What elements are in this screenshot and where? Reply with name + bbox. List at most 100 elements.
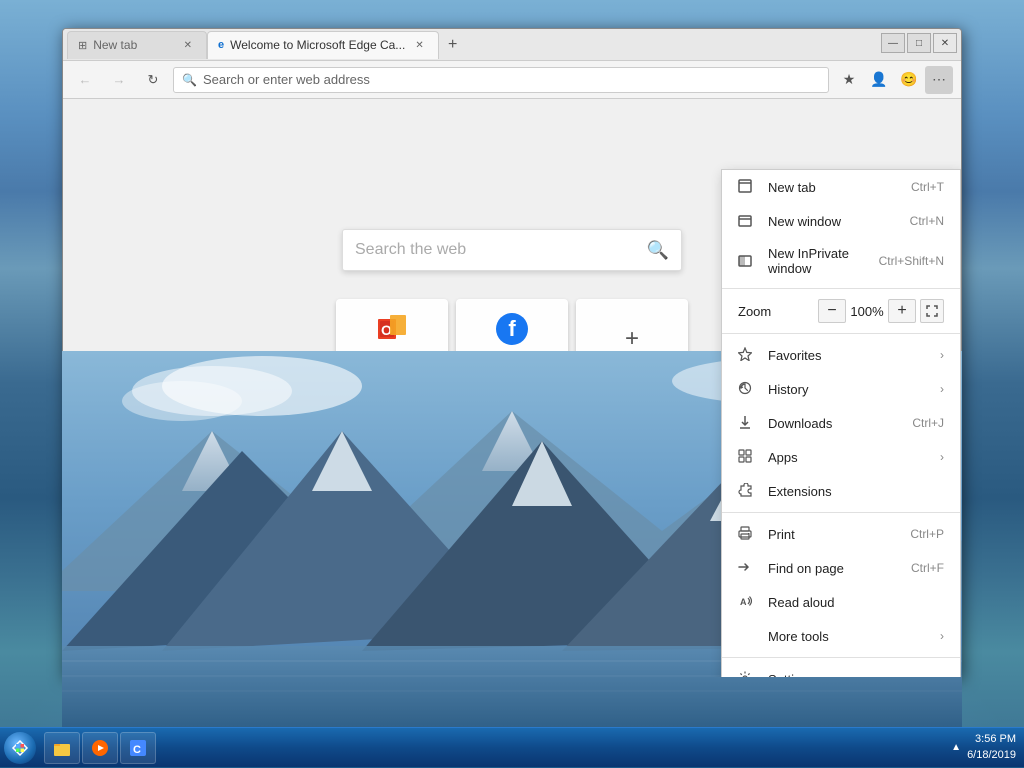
desktop: ⊞ New tab ✕ e Welcome to Microsoft Edge …	[0, 0, 1024, 767]
menu-item-apps[interactable]: Apps ›	[722, 440, 960, 474]
new-window-label: New window	[768, 214, 902, 229]
forward-button[interactable]: →	[105, 66, 133, 94]
profile-button[interactable]: 👤	[865, 66, 893, 94]
new-tab-button[interactable]: +	[439, 31, 467, 59]
favorites-icon	[738, 347, 758, 364]
favorites-arrow: ›	[940, 348, 944, 362]
apps-arrow: ›	[940, 450, 944, 464]
search-placeholder: Search the web	[355, 241, 639, 259]
emoji-button[interactable]: 😊	[895, 66, 923, 94]
menu-item-find[interactable]: Find on page Ctrl+F	[722, 551, 960, 585]
downloads-label: Downloads	[768, 416, 904, 431]
svg-text:A: A	[740, 597, 747, 607]
downloads-icon	[738, 415, 758, 432]
tab-2-close[interactable]: ✕	[411, 38, 427, 53]
more-tools-arrow: ›	[940, 629, 944, 643]
divider-1	[722, 288, 960, 289]
taskbar-items: C	[40, 732, 943, 764]
menu-item-new-window[interactable]: New window Ctrl+N	[722, 204, 960, 238]
back-button[interactable]: ←	[71, 66, 99, 94]
address-input[interactable]: 🔍 Search or enter web address	[173, 67, 829, 93]
maximize-button[interactable]: □	[907, 33, 931, 53]
inprivate-icon	[738, 253, 758, 270]
taskbar-app4[interactable]: C	[120, 732, 156, 764]
zoom-label: Zoom	[738, 304, 771, 319]
favorites-label: Favorites	[768, 348, 940, 363]
tab-1-icon: ⊞	[78, 39, 87, 52]
print-icon	[738, 526, 758, 543]
start-button[interactable]	[0, 728, 40, 768]
window-controls: — □ ✕	[881, 33, 957, 53]
refresh-button[interactable]: ↻	[139, 66, 167, 94]
zoom-value: 100%	[846, 304, 888, 319]
tray-expand[interactable]: ▲	[951, 742, 961, 753]
read-aloud-icon: A	[738, 594, 758, 611]
time-display: 3:56 PM	[967, 732, 1016, 747]
menu-item-new-tab[interactable]: New tab Ctrl+T	[722, 170, 960, 204]
taskbar-media[interactable]	[82, 732, 118, 764]
divider-4	[722, 657, 960, 658]
extensions-label: Extensions	[768, 484, 944, 499]
search-icon: 🔍	[182, 73, 197, 87]
new-window-icon	[738, 213, 758, 230]
title-bar: ⊞ New tab ✕ e Welcome to Microsoft Edge …	[63, 29, 961, 61]
find-icon	[738, 560, 758, 577]
new-tab-icon	[738, 179, 758, 196]
taskbar-explorer[interactable]	[44, 732, 80, 764]
divider-2	[722, 333, 960, 334]
menu-item-more-tools[interactable]: More tools ›	[722, 619, 960, 653]
menu-item-history[interactable]: History ›	[722, 372, 960, 406]
tab-2-icon: e	[218, 39, 224, 51]
taskbar-time: 3:56 PM 6/18/2019	[967, 732, 1016, 763]
tab-1[interactable]: ⊞ New tab ✕	[67, 31, 207, 59]
settings-more-button[interactable]: ⋯	[925, 66, 953, 94]
minimize-button[interactable]: —	[881, 33, 905, 53]
date-display: 6/18/2019	[967, 748, 1016, 763]
search-box: Search the web 🔍	[342, 229, 682, 271]
find-shortcut: Ctrl+F	[911, 561, 944, 575]
new-tab-shortcut: Ctrl+T	[911, 180, 944, 194]
menu-item-extensions[interactable]: Extensions	[722, 474, 960, 508]
apps-icon	[738, 449, 758, 466]
taskbar-tray: ▲ 3:56 PM 6/18/2019	[943, 732, 1024, 763]
start-orb	[4, 732, 36, 764]
facebook-icon: f	[496, 313, 528, 345]
downloads-shortcut: Ctrl+J	[912, 416, 944, 430]
find-label: Find on page	[768, 561, 903, 576]
print-shortcut: Ctrl+P	[910, 527, 944, 541]
menu-item-inprivate[interactable]: New InPrivate window Ctrl+Shift+N	[722, 238, 960, 284]
close-button[interactable]: ✕	[933, 33, 957, 53]
settings-label: Settings	[768, 672, 944, 678]
tab-2[interactable]: e Welcome to Microsoft Edge Ca... ✕	[207, 31, 439, 59]
history-icon	[738, 381, 758, 398]
new-tab-label: New tab	[768, 180, 903, 195]
zoom-fullscreen-button[interactable]	[920, 299, 944, 323]
taskbar: C ▲ 3:56 PM 6/18/2019	[0, 727, 1024, 767]
search-submit-icon: 🔍	[647, 240, 669, 261]
search-container[interactable]: Search the web 🔍	[342, 229, 682, 271]
menu-item-print[interactable]: Print Ctrl+P	[722, 517, 960, 551]
menu-item-settings[interactable]: Settings	[722, 662, 960, 677]
favorites-star-button[interactable]: ★	[835, 66, 863, 94]
apps-label: Apps	[768, 450, 940, 465]
zoom-plus-button[interactable]: +	[888, 299, 916, 323]
inprivate-label: New InPrivate window	[768, 246, 871, 276]
menu-item-read-aloud[interactable]: A Read aloud	[722, 585, 960, 619]
divider-3	[722, 512, 960, 513]
menu-item-favorites[interactable]: Favorites ›	[722, 338, 960, 372]
svg-text:C: C	[133, 744, 141, 756]
tab-2-label: Welcome to Microsoft Edge Ca...	[230, 38, 405, 52]
history-arrow: ›	[940, 382, 944, 396]
settings-icon	[738, 671, 758, 678]
zoom-control: Zoom − 100% +	[722, 293, 960, 329]
tab-1-label: New tab	[93, 38, 137, 52]
tab-1-close[interactable]: ✕	[180, 38, 196, 53]
zoom-minus-button[interactable]: −	[818, 299, 846, 323]
office-icon: O	[376, 313, 408, 345]
read-aloud-label: Read aloud	[768, 595, 944, 610]
new-window-shortcut: Ctrl+N	[910, 214, 944, 228]
menu-item-downloads[interactable]: Downloads Ctrl+J	[722, 406, 960, 440]
history-label: History	[768, 382, 940, 397]
address-text: Search or enter web address	[203, 72, 370, 87]
extensions-icon	[738, 483, 758, 500]
